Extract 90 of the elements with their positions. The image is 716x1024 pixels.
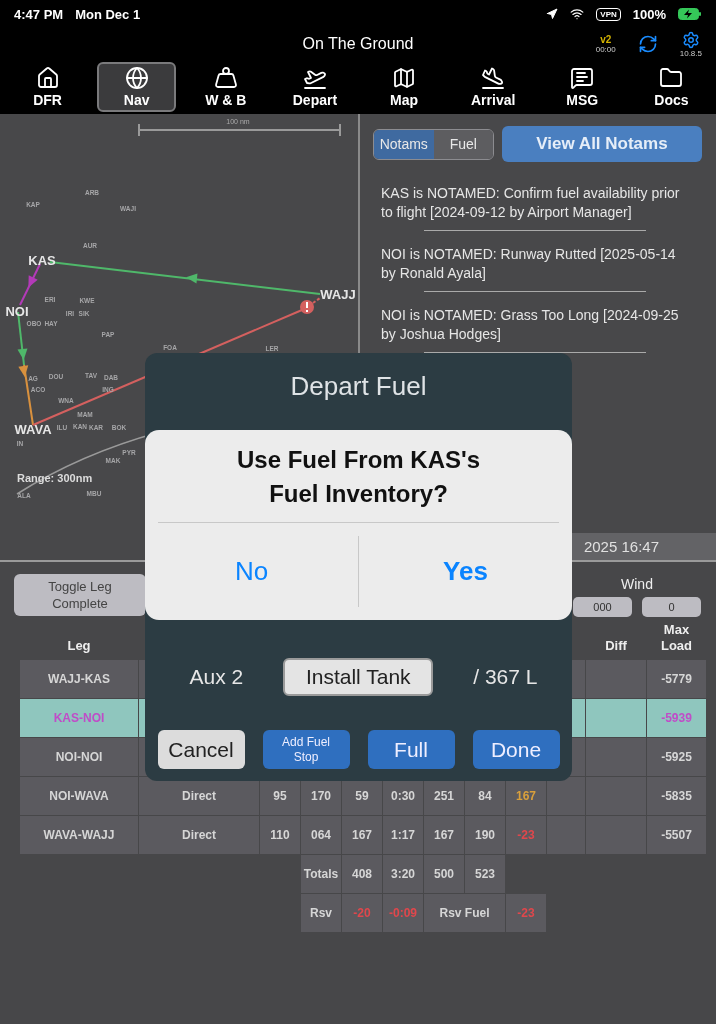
alert-button[interactable]: Yes	[359, 536, 572, 607]
app-version: 10.8.5	[679, 48, 702, 58]
column-header: Leg	[66, 638, 92, 655]
airport-label: NOI	[5, 304, 29, 319]
notam-text: NOI is NOTAMED: Grass Too Long [2024-09-25 by Joshua Hodges]	[381, 306, 680, 344]
dialog-button[interactable]: Full	[367, 730, 455, 769]
table-cell	[586, 738, 646, 776]
message-icon	[570, 66, 595, 90]
date-time-text: 2025 16:47	[583, 538, 659, 555]
table-cell: 110	[260, 816, 300, 854]
table-cell: Direct	[139, 777, 259, 815]
table-cell: -23	[506, 816, 546, 854]
timer-text: 00:00	[595, 45, 616, 54]
nav-tab[interactable]: DFR	[8, 62, 88, 112]
weight-icon	[213, 66, 238, 90]
dialog-button[interactable]: Done	[472, 730, 560, 769]
range-label: Range: 300nm	[17, 472, 93, 484]
table-cell: 167	[424, 816, 464, 854]
map-icon	[392, 66, 417, 90]
table-cell: Rsv Fuel	[424, 894, 505, 932]
landing-icon	[481, 66, 506, 90]
table-cell: 190	[465, 816, 505, 854]
table-cell: -5925	[647, 738, 706, 776]
column-header: Diff	[604, 638, 628, 655]
dialog-button[interactable]: Add Fuel Stop	[262, 730, 350, 769]
sync-icon[interactable]	[637, 34, 658, 54]
wind-field[interactable]: 0	[642, 597, 701, 617]
warning-icon	[300, 300, 314, 314]
settings-icon[interactable]	[681, 30, 700, 49]
table-cell: -23	[506, 894, 546, 932]
table-cell: 500	[424, 855, 464, 893]
segment-tab[interactable]: Fuel	[433, 129, 493, 159]
table-cell: Rsv	[301, 894, 341, 932]
table-cell: Direct	[139, 816, 259, 854]
screen-title: On The Ground	[302, 35, 414, 53]
table-cell	[547, 777, 585, 815]
table-cell: -5507	[647, 816, 706, 854]
vpn-indicator: VPN	[596, 7, 621, 21]
table-cell: 3:20	[383, 855, 423, 893]
wind-label: Wind	[621, 576, 653, 592]
airport-label: KAS	[28, 253, 56, 268]
nav-tab[interactable]: Docs	[631, 62, 711, 112]
nav-tab[interactable]: Nav	[97, 62, 177, 112]
globe-icon	[124, 66, 149, 90]
tank-capacity: / 367 L	[473, 665, 538, 689]
airport-label: WAVA	[14, 422, 52, 437]
table-cell: 1:17	[383, 816, 423, 854]
dashed-route	[312, 297, 321, 304]
leg-cell[interactable]: WAVA-WAJJ	[20, 816, 138, 854]
wind-field[interactable]: 000	[573, 597, 632, 617]
table-cell: -20	[342, 894, 382, 932]
home-icon	[35, 66, 60, 90]
nav-tab[interactable]: Depart	[275, 62, 355, 112]
table-cell: -0:09	[383, 894, 423, 932]
airport-label: WAJJ	[320, 287, 356, 302]
view-all-notams-button[interactable]: View All Notams	[502, 126, 702, 162]
table-cell: -5835	[647, 777, 706, 815]
leg-cell[interactable]: WAJJ-KAS	[20, 660, 138, 698]
notam-text: KAS is NOTAMED: Confirm fuel availability prior to flight [2024-09-12 by Airport Manager]	[381, 184, 681, 222]
toggle-leg-button[interactable]: Toggle Leg Complete	[14, 574, 146, 616]
wifi-icon	[570, 7, 585, 21]
dialog-button[interactable]: Cancel	[157, 730, 245, 769]
nav-tab[interactable]: Arrival	[453, 62, 533, 112]
status-date: Mon Dec 1	[75, 6, 141, 22]
segment-tab[interactable]: Notams	[374, 129, 434, 159]
column-header: Max Load	[659, 622, 694, 655]
notam-text: NOI is NOTAMED: Runway Rutted [2025-05-14 by Ronald Ayala]	[381, 245, 677, 283]
table-cell: -5779	[647, 660, 706, 698]
table-cell: 408	[342, 855, 382, 893]
tank-label: Aux 2	[189, 665, 244, 689]
install-tank-button[interactable]: Install Tank	[283, 658, 434, 696]
route-leg	[19, 263, 41, 306]
table-cell	[586, 699, 646, 737]
location-icon	[546, 8, 559, 20]
leg-cell[interactable]: NOI-WAVA	[20, 777, 138, 815]
table-cell: -5939	[647, 699, 706, 737]
table-cell: Totals	[301, 855, 341, 893]
nav-tab[interactable]: Map	[364, 62, 444, 112]
table-cell: 167	[342, 816, 382, 854]
nav-tab[interactable]: W & B	[186, 62, 266, 112]
version-label: v2	[600, 34, 612, 45]
nav-tab[interactable]: MSG	[542, 62, 622, 112]
status-time: 4:47 PM	[14, 6, 64, 22]
battery-icon	[678, 8, 702, 20]
table-cell: 064	[301, 816, 341, 854]
leg-cell[interactable]: NOI-NOI	[20, 738, 138, 776]
table-cell: 523	[465, 855, 505, 893]
table-cell	[586, 660, 646, 698]
battery-percent: 100%	[632, 6, 666, 22]
folder-icon	[659, 66, 684, 90]
